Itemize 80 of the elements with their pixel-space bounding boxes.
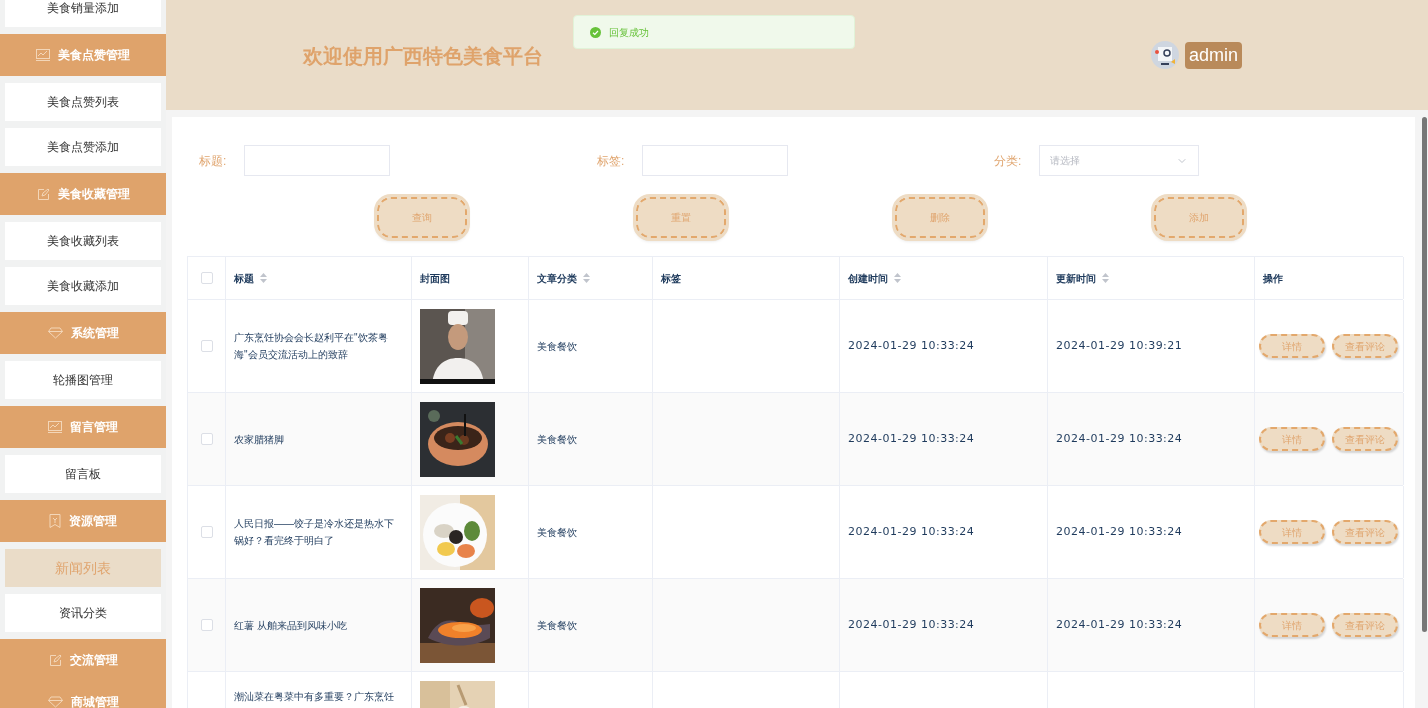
table-cell-text: 2024-01-29 10:33:24 — [848, 523, 975, 540]
column-header: 标签 — [661, 271, 681, 286]
action-button[interactable]: 查询 — [377, 197, 467, 238]
column-header: 封面图 — [420, 271, 450, 286]
checkbox[interactable] — [200, 340, 213, 352]
category-select[interactable]: 请选择 — [1039, 145, 1199, 176]
table-cell-text: 2024-01-29 10:33:24 — [1056, 523, 1183, 540]
sidebar-group-header[interactable]: 美食收藏管理 — [0, 173, 166, 215]
row-action-button[interactable]: 查看评论 — [1332, 520, 1398, 544]
field-label: 分类: — [994, 152, 1023, 170]
site-title: 欢迎使用广西特色美食平台 — [303, 44, 543, 69]
sidebar-group-header[interactable]: 美食点赞管理 — [0, 34, 166, 76]
table-cell-text: 2024-01-29 10:33:24 — [1056, 616, 1183, 633]
edit-icon — [48, 653, 62, 667]
toast-message: 回复成功 — [609, 25, 649, 40]
row-action-button[interactable]: 查看评论 — [1332, 334, 1398, 358]
sidebar-item[interactable]: 轮播图管理 — [5, 361, 161, 399]
table-cell-text: 潮汕菜在粤菜中有多重要？广东烹饪 — [234, 690, 394, 704]
diamond-icon — [47, 327, 63, 339]
sidebar-item[interactable]: 美食点赞添加 — [5, 128, 161, 166]
table-cell-text: 美食餐饮 — [537, 525, 577, 540]
sidebar-item[interactable]: 美食收藏列表 — [5, 222, 161, 260]
sort-icon[interactable] — [260, 273, 267, 283]
row-action-button[interactable]: 详情 — [1259, 427, 1325, 451]
sidebar-item[interactable]: 美食点赞列表 — [5, 83, 161, 121]
column-header[interactable]: 创建时间 — [848, 270, 901, 286]
table-cell-text: 2024-01-29 10:33:24 — [848, 337, 975, 354]
checkbox[interactable] — [200, 433, 213, 445]
column-header: 操作 — [1263, 271, 1283, 286]
chart-icon — [48, 421, 62, 433]
sidebar-group-header[interactable]: 商城管理 — [0, 681, 166, 708]
sort-icon[interactable] — [583, 273, 590, 283]
row-action-button[interactable]: 详情 — [1259, 520, 1325, 544]
table-cell-text: 美食餐饮 — [537, 339, 577, 354]
table-cell-text: 红薯 从舶来品到风味小吃 — [234, 618, 347, 633]
field-label: 标题: — [199, 152, 228, 170]
table-cell-text: 农家腊猪脚 — [234, 432, 284, 447]
sidebar-group-header[interactable]: 交流管理 — [0, 639, 166, 681]
username[interactable]: admin — [1184, 41, 1242, 69]
search-field[interactable] — [244, 145, 390, 176]
table-cell-text: 2024-01-29 10:33:24 — [848, 430, 975, 447]
table-cell-text: 2024-01-29 10:33:24 — [1056, 430, 1183, 447]
column-header[interactable]: 更新时间 — [1056, 270, 1109, 286]
sidebar-group-header[interactable]: 留言管理 — [0, 406, 166, 448]
table-cell-text: 2024-01-29 10:33:24 — [848, 616, 975, 633]
sidebar-item[interactable]: 资讯分类 — [5, 594, 161, 632]
table-cell-text: 美食餐饮 — [537, 618, 577, 633]
row-action-button[interactable]: 详情 — [1259, 334, 1325, 358]
sidebar-item[interactable]: 留言板 — [5, 455, 161, 493]
chart-icon — [36, 49, 50, 61]
checkbox[interactable] — [200, 619, 213, 631]
table-cell-text: 人民日报——饺子是冷水还是热水下锅好？看完终于明白了 — [234, 517, 395, 548]
row-action-button[interactable]: 查看评论 — [1332, 613, 1398, 637]
success-icon — [590, 26, 601, 38]
table-cell-text: 2024-01-29 10:39:21 — [1056, 337, 1183, 354]
row-action-button[interactable]: 查看评论 — [1332, 427, 1398, 451]
diamond-icon — [47, 696, 63, 708]
sort-icon[interactable] — [1102, 273, 1109, 283]
sidebar-item[interactable]: 美食销量添加 — [5, 0, 161, 27]
sidebar-item[interactable]: 美食收藏添加 — [5, 267, 161, 305]
avatar-icon — [1150, 41, 1179, 69]
action-button[interactable]: 重置 — [636, 197, 726, 238]
field-label: 标签: — [597, 152, 626, 170]
edit-icon — [36, 187, 50, 201]
action-button[interactable]: 删除 — [895, 197, 985, 238]
action-button[interactable]: 添加 — [1154, 197, 1244, 238]
column-header[interactable]: 标题 — [234, 270, 267, 286]
table-cell-text: 美食餐饮 — [537, 432, 577, 447]
bookmark-icon — [49, 514, 61, 528]
sort-icon[interactable] — [894, 273, 901, 283]
table-cell-text: 广东烹饪协会会长赵利平在"饮茶粤海"会员交流活动上的致辞 — [234, 331, 389, 362]
search-field[interactable] — [642, 145, 788, 176]
checkbox[interactable] — [200, 526, 213, 538]
sidebar-item[interactable]: 新闻列表 — [5, 549, 161, 587]
sidebar-group-header[interactable]: 系统管理 — [0, 312, 166, 354]
row-action-button[interactable]: 详情 — [1259, 613, 1325, 637]
checkbox[interactable] — [200, 272, 213, 284]
column-header[interactable]: 文章分类 — [537, 270, 590, 286]
scrollbar[interactable] — [1422, 117, 1427, 632]
sidebar-group-header[interactable]: 资源管理 — [0, 500, 166, 542]
